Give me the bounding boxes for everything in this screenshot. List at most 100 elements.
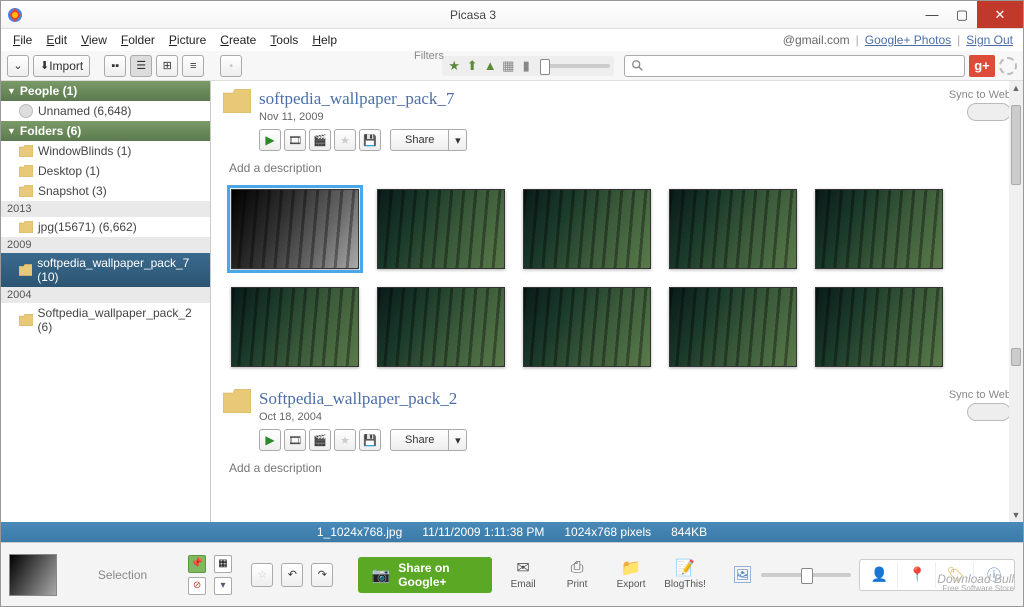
star-button[interactable]: ★ — [334, 429, 356, 451]
menu-help[interactable]: Help — [306, 31, 343, 49]
menu-file[interactable]: File — [7, 31, 38, 49]
share-google-plus-button[interactable]: 📷 Share on Google+ — [358, 557, 493, 593]
menu-view[interactable]: View — [75, 31, 113, 49]
share-button[interactable]: Share — [390, 129, 449, 151]
clear-button[interactable]: ⊘ — [188, 577, 206, 595]
scroll-up-icon[interactable]: ▲ — [1010, 81, 1023, 95]
sidebar-folder-softpedia2[interactable]: Softpedia_wallpaper_pack_2 (6) — [1, 303, 210, 337]
caret-down-icon: ▼ — [7, 126, 16, 136]
thumbnail[interactable] — [669, 189, 797, 269]
sidebar-folder-softpedia7[interactable]: softpedia_wallpaper_pack_7 (10) — [1, 253, 210, 287]
share-dropdown[interactable]: ▾ — [449, 429, 467, 451]
album-title[interactable]: Softpedia_wallpaper_pack_2 — [259, 389, 457, 409]
sidebar-folder-snapshot[interactable]: Snapshot (3) — [1, 181, 210, 201]
print-button[interactable]: ⎙Print — [554, 559, 600, 590]
star-button[interactable]: ★ — [334, 129, 356, 151]
folder-icon — [19, 145, 33, 157]
filter-tag-icon[interactable]: ▮ — [518, 58, 534, 74]
view-list-button[interactable]: ☰ — [130, 55, 152, 77]
pin-add-button[interactable]: 📌 — [188, 555, 206, 573]
menu-create[interactable]: Create — [214, 31, 262, 49]
save-button[interactable]: 💾 — [359, 129, 381, 151]
sidebar-people-header[interactable]: ▼ People (1) — [1, 81, 210, 101]
thumbnail[interactable] — [523, 287, 651, 367]
thumbnail[interactable] — [231, 189, 359, 269]
album-description[interactable]: Add a description — [211, 457, 1023, 483]
filter-upload-icon[interactable]: ⬆ — [464, 58, 480, 74]
album-description[interactable]: Add a description — [211, 157, 1023, 183]
back-dropdown-button[interactable]: ⌄ — [7, 55, 29, 77]
tray-dropdown[interactable]: ▾ — [214, 577, 232, 595]
scroll-marker[interactable] — [1011, 348, 1021, 366]
scroll-thumb[interactable] — [1011, 105, 1021, 185]
status-dimensions: 1024x768 pixels — [564, 525, 651, 539]
sidebar-folders-header[interactable]: ▼ Folders (6) — [1, 121, 210, 141]
link-google-photos[interactable]: Google+ Photos — [861, 33, 955, 47]
thumbnail[interactable] — [377, 287, 505, 367]
google-plus-button[interactable]: g+ — [969, 55, 995, 77]
menu-edit[interactable]: Edit — [40, 31, 73, 49]
selection-thumbnail[interactable] — [9, 554, 57, 596]
share-dropdown[interactable]: ▾ — [449, 129, 467, 151]
content-scrollbar[interactable]: ▲ ▼ — [1009, 81, 1023, 522]
album-date: Oct 18, 2004 — [259, 411, 457, 423]
album-title[interactable]: softpedia_wallpaper_pack_7 — [259, 89, 454, 109]
sidebar-folder-jpg15671[interactable]: jpg(15671) (6,662) — [1, 217, 210, 237]
places-panel-button[interactable]: 📍 — [900, 562, 936, 588]
menu-picture[interactable]: Picture — [163, 31, 212, 49]
info-panel-button[interactable]: ⓘ — [976, 562, 1012, 588]
search-input[interactable] — [624, 55, 965, 77]
email-button[interactable]: ✉Email — [500, 559, 546, 590]
filters-label: Filters — [414, 50, 444, 62]
view-timeline-button[interactable]: ≡ — [182, 55, 204, 77]
slideshow-button[interactable]: ▶ — [259, 429, 281, 451]
thumbnail[interactable] — [815, 287, 943, 367]
picasa-logo-icon — [7, 7, 23, 23]
save-button[interactable]: 💾 — [359, 429, 381, 451]
collage-button[interactable]: 🎞 — [284, 129, 306, 151]
sidebar-people-unnamed[interactable]: Unnamed (6,648) — [1, 101, 210, 121]
thumbnail[interactable] — [815, 189, 943, 269]
more-button[interactable]: ⋆ — [220, 55, 242, 77]
hold-button[interactable]: ▦ — [214, 555, 232, 573]
filter-geo-icon[interactable]: ▦ — [500, 58, 516, 74]
scroll-down-icon[interactable]: ▼ — [1010, 508, 1023, 522]
sync-toggle[interactable] — [967, 103, 1011, 121]
view-tree-button[interactable]: ⊞ — [156, 55, 178, 77]
collage-button[interactable]: 🎞 — [284, 429, 306, 451]
thumbnail[interactable] — [377, 189, 505, 269]
menu-folder[interactable]: Folder — [115, 31, 161, 49]
caret-down-icon: ▼ — [7, 86, 16, 96]
filter-slider[interactable] — [540, 64, 610, 68]
view-flat-button[interactable]: ▪▪ — [104, 55, 126, 77]
blogthis-button[interactable]: 📝BlogThis! — [662, 559, 708, 590]
tags-panel-button[interactable]: 🏷 — [938, 562, 974, 588]
folder-icon — [19, 264, 32, 276]
movie-button[interactable]: 🎬 — [309, 429, 331, 451]
export-button[interactable]: 📁Export — [608, 559, 654, 590]
star-toggle[interactable]: ☆ — [251, 563, 273, 587]
thumbnail[interactable] — [523, 189, 651, 269]
share-button[interactable]: Share — [390, 429, 449, 451]
close-button[interactable]: ✕ — [977, 1, 1023, 28]
rotate-left-button[interactable]: ↶ — [281, 563, 303, 587]
filter-face-icon[interactable]: ▲ — [482, 58, 498, 74]
link-sign-out[interactable]: Sign Out — [962, 33, 1017, 47]
thumbnail[interactable] — [231, 287, 359, 367]
import-button[interactable]: ⬇ Import — [33, 55, 90, 77]
slideshow-button[interactable]: ▶ — [259, 129, 281, 151]
thumbnail-size-slider[interactable] — [761, 573, 851, 577]
filter-star-icon[interactable]: ★ — [446, 58, 462, 74]
menu-tools[interactable]: Tools — [264, 31, 304, 49]
sidebar-folder-desktop[interactable]: Desktop (1) — [1, 161, 210, 181]
movie-button[interactable]: 🎬 — [309, 129, 331, 151]
thumbnail[interactable] — [669, 287, 797, 367]
minimize-button[interactable]: — — [917, 1, 947, 28]
rotate-right-button[interactable]: ↷ — [311, 563, 333, 587]
sidebar-folder-windowblinds[interactable]: WindowBlinds (1) — [1, 141, 210, 161]
people-panel-button[interactable]: 👤 — [862, 562, 898, 588]
sync-toggle[interactable] — [967, 403, 1011, 421]
main-toolbar: ⌄ ⬇ Import ▪▪ ☰ ⊞ ≡ ⋆ ★ ⬆ ▲ ▦ ▮ g+ — [1, 51, 1023, 81]
sidebar-year-2004: 2004 — [1, 287, 210, 303]
maximize-button[interactable]: ▢ — [947, 1, 977, 28]
